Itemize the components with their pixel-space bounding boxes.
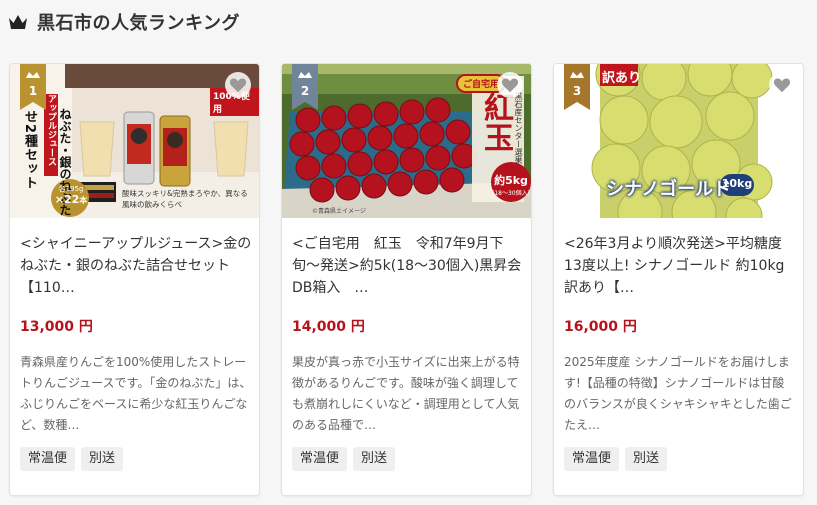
rank-badge: 3: [564, 64, 590, 110]
product-tags: 常温便 別送: [564, 447, 668, 471]
crown-icon: [7, 13, 29, 31]
image-weight: 約5kg: [494, 174, 528, 187]
tag-separate: 別送: [353, 447, 396, 471]
image-set-label: せ2種セット: [22, 110, 37, 191]
heart-icon: [773, 78, 791, 93]
product-card-1[interactable]: せ2種セット アップルジュース ねぶた・銀のねぶた 100%使用 各195g ×…: [9, 63, 260, 496]
image-count-badge: 各195g ×22本: [53, 185, 89, 207]
ranking-header: 黒石市の人気ランキング: [7, 7, 240, 37]
product-description: 2025年度産 シナノゴールドをお届けします!【品種の特徴】シナノゴールドは甘酸…: [564, 355, 792, 432]
rank-number: 2: [300, 84, 310, 98]
tag-separate: 別送: [625, 447, 668, 471]
product-description: 青森県産りんごを100%使用したストレートりんごジュースです。「金のねぶた」は、…: [20, 355, 252, 432]
rank-badge: 2: [292, 64, 318, 110]
image-weight: 10kg: [721, 177, 753, 190]
product-price: 16,000 円: [564, 319, 637, 335]
rank-number: 3: [572, 84, 582, 98]
image-count: ×22: [54, 193, 80, 206]
product-image[interactable]: せ2種セット アップルジュース ねぶた・銀のねぶた 100%使用 各195g ×…: [10, 64, 259, 218]
image-weight-sub: (18〜30個入): [492, 190, 530, 197]
product-tags: 常温便 別送: [292, 447, 396, 471]
image-juice-label: アップルジュース: [46, 94, 56, 166]
image-variety: シナノゴールド: [606, 179, 732, 200]
image-caption: 酸味スッキリ&完熟まろやか、異なる風味の飲みくらべ: [122, 189, 248, 209]
image-credit: ©青森県土イメージ: [312, 208, 366, 215]
rank-number: 1: [28, 84, 38, 98]
image-count-suffix: 本: [79, 196, 88, 205]
product-image[interactable]: 訳あり シナノゴールド 10kg 3: [554, 64, 803, 218]
product-price: 13,000 円: [20, 319, 93, 335]
rank-badge: 1: [20, 64, 46, 110]
tag-shipping: 常温便: [20, 447, 76, 471]
product-image[interactable]: ご自宅用 紅玉 黒石産センター選果 約5kg (18〜30個入) ©青森県土イメ…: [282, 64, 531, 218]
product-title[interactable]: <26年3月より順次発送>平均糖度13度以上! シナノゴールド 約10kg 訳あ…: [564, 233, 796, 299]
product-tags: 常温便 別送: [20, 447, 124, 471]
image-variety: 紅玉: [478, 92, 513, 152]
heart-icon: [229, 78, 247, 93]
favorite-button[interactable]: [225, 72, 251, 98]
favorite-button[interactable]: [497, 72, 523, 98]
image-side-label: 黒石産センター選果: [514, 92, 523, 164]
image-weight-badge: 約5kg (18〜30個入): [490, 172, 531, 197]
product-description: 果皮が真っ赤で小玉サイズに出来上がる特徴があるりんごです。酸味が強く調理しても煮…: [292, 355, 520, 432]
tag-shipping: 常温便: [564, 447, 620, 471]
heart-icon: [501, 78, 519, 93]
image-badge: 訳あり: [602, 71, 642, 86]
favorite-button[interactable]: [769, 72, 795, 98]
product-title[interactable]: <シャイニーアップルジュース>金のねぶた・銀のねぶた詰合せセット【110…: [20, 233, 252, 299]
product-price: 14,000 円: [292, 319, 365, 335]
tag-separate: 別送: [81, 447, 124, 471]
product-card-2[interactable]: ご自宅用 紅玉 黒石産センター選果 約5kg (18〜30個入) ©青森県土イメ…: [281, 63, 532, 496]
product-card-3[interactable]: 訳あり シナノゴールド 10kg 3 <26年3月より順次発送>平均糖度13度以…: [553, 63, 804, 496]
product-title[interactable]: <ご自宅用 紅玉 令和7年9月下旬〜発送>約5k(18〜30個入)黒昇会DB箱入…: [292, 233, 524, 299]
tag-shipping: 常温便: [292, 447, 348, 471]
section-title: 黒石市の人気ランキング: [37, 13, 240, 34]
